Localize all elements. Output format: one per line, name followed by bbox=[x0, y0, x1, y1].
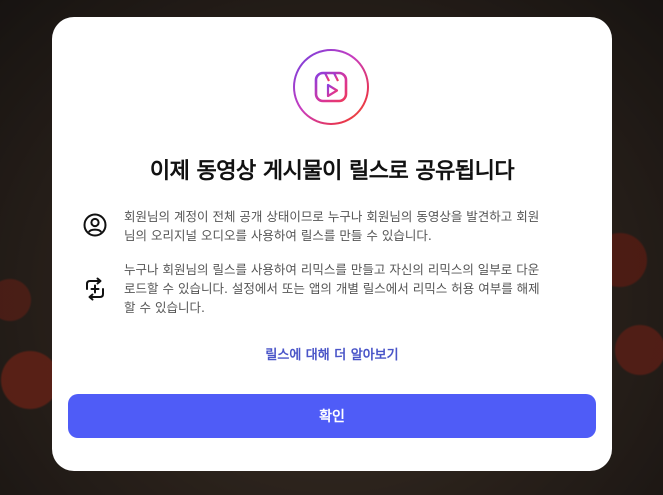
remix-icon bbox=[86, 277, 104, 301]
user-circle-icon bbox=[83, 213, 107, 237]
confirm-button[interactable]: 확인 bbox=[68, 394, 596, 438]
info-item-text: 회원님의 계정이 전체 공개 상태이므로 누구나 회원님의 동영상을 발견하고 … bbox=[124, 209, 540, 243]
info-item-text: 누구나 회원님의 릴스를 사용하여 리믹스를 만들고 자신의 리믹스의 일부로 … bbox=[124, 262, 540, 315]
reels-icon bbox=[293, 49, 369, 125]
reels-info-dialog: 이제 동영상 게시물이 릴스로 공유됩니다 회원님의 계정이 전체 공개 상태이… bbox=[52, 17, 612, 471]
dialog-title: 이제 동영상 게시물이 릴스로 공유됩니다 bbox=[149, 159, 515, 184]
learn-more-link[interactable]: 릴스에 대해 더 알아보기 bbox=[52, 344, 612, 363]
